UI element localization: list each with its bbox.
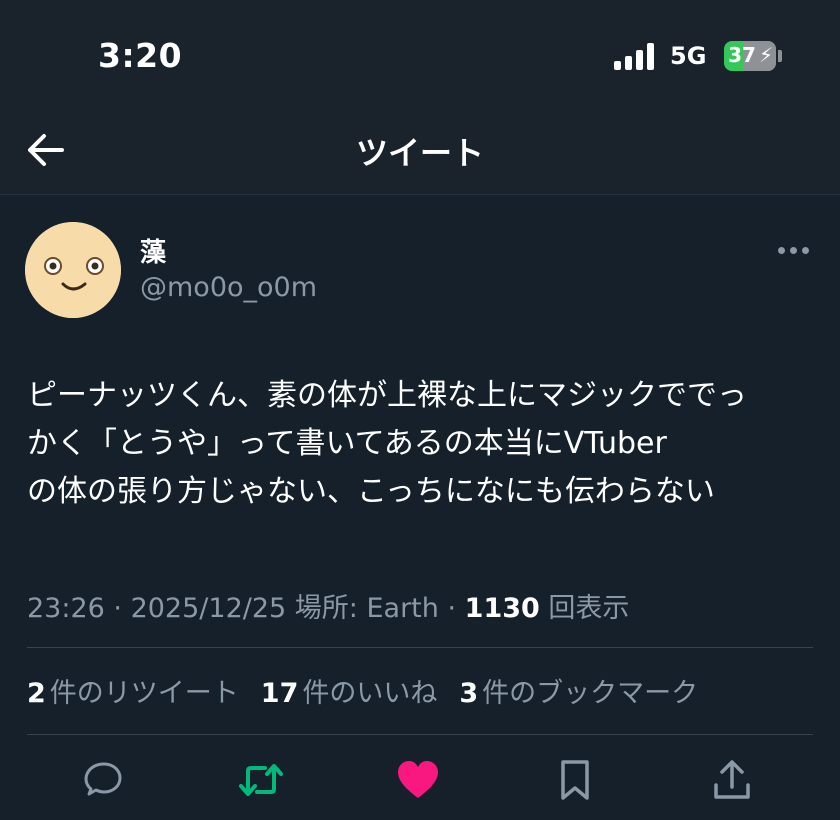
- retweet-icon: [239, 764, 283, 796]
- battery-icon: 37 ⚡: [724, 41, 776, 71]
- tweet-date[interactable]: 2025/12/25: [131, 593, 287, 624]
- top-bar: 3:20 5G 37 ⚡ ツイート: [0, 0, 840, 195]
- avatar[interactable]: [25, 222, 121, 318]
- tweet-text: ピーナッツくん、素の体が上裸な上にマジックででっ かく「とうや」って書いてあるの…: [27, 372, 827, 516]
- tweet-location: 場所: Earth: [294, 593, 439, 624]
- page-title: ツイート: [355, 134, 484, 172]
- bookmark-icon: [561, 760, 589, 800]
- more-dots-icon: [778, 246, 785, 254]
- user-handle[interactable]: @mo0o_o0m: [140, 272, 317, 303]
- tweet-text-line: かく「とうや」って書いてあるの本当にVTuber: [27, 426, 667, 461]
- battery-cap: [778, 50, 782, 62]
- battery-percent: 37: [728, 43, 756, 67]
- divider: [27, 734, 813, 735]
- divider: [27, 647, 813, 648]
- retweets-stat[interactable]: 2 件のリツイート: [27, 671, 239, 710]
- bookmarks-count: 3: [459, 678, 479, 709]
- reply-bubble-icon: [84, 762, 122, 796]
- heart-icon: [398, 761, 438, 798]
- charging-bolt-icon: ⚡: [758, 43, 773, 67]
- status-time: 3:20: [98, 36, 183, 75]
- view-label: 回表示: [548, 593, 630, 624]
- likes-stat[interactable]: 17 件のいいね: [261, 671, 438, 710]
- tweet-meta: 23:26 · 2025/12/25 場所: Earth · 1130 回表示: [27, 593, 630, 624]
- share-icon: [714, 760, 750, 799]
- smiley-face-icon: [25, 222, 121, 318]
- likes-count: 17: [260, 678, 299, 709]
- engagement-stats: 2 件のリツイート 17 件のいいね 3 件のブックマーク: [27, 671, 698, 710]
- cellular-signal-icon: [614, 42, 654, 70]
- retweets-count: 2: [27, 678, 46, 709]
- bookmarks-stat[interactable]: 3 件のブックマーク: [459, 671, 698, 710]
- retweet-button[interactable]: [236, 755, 286, 805]
- tweet-detail-screen: 3:20 5G 37 ⚡ ツイート 藻 @mo0o_o0m ピーナッツくん、素の…: [0, 0, 840, 820]
- bookmark-button[interactable]: [550, 755, 600, 805]
- view-count: 1130: [464, 593, 540, 624]
- like-button[interactable]: [393, 755, 443, 805]
- bookmarks-label: 件のブックマーク: [482, 678, 699, 709]
- tweet-text-line: ピーナッツくん、素の体が上裸な上にマジックででっ: [27, 378, 747, 413]
- retweets-label: 件のリツイート: [49, 678, 239, 709]
- tweet-text-line: の体の張り方じゃない、こっちになにも伝わらない: [27, 474, 715, 509]
- action-bar: [0, 755, 840, 811]
- share-button[interactable]: [707, 755, 757, 805]
- network-type: 5G: [670, 42, 707, 70]
- display-name[interactable]: 藻: [140, 232, 166, 269]
- reply-button[interactable]: [78, 755, 128, 805]
- likes-label: 件のいいね: [302, 678, 438, 709]
- tweet-time[interactable]: 23:26: [27, 593, 105, 624]
- more-options-button[interactable]: [778, 240, 812, 260]
